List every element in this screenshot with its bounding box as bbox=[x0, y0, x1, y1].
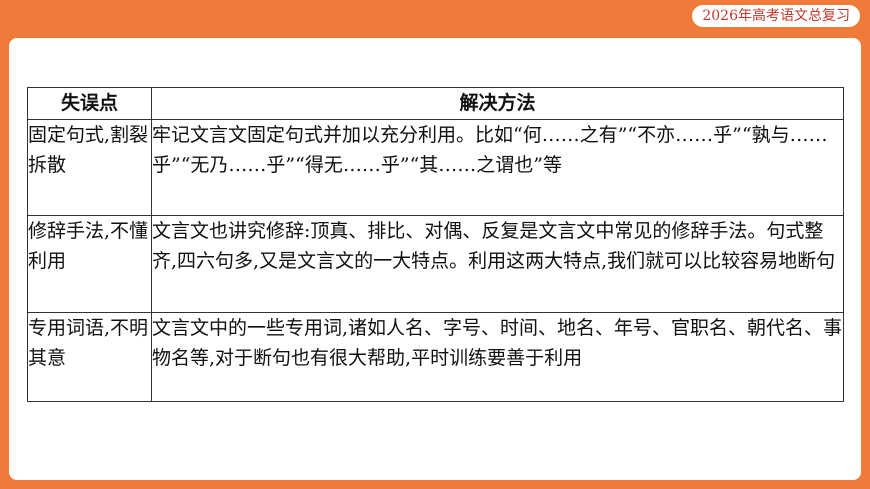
solution-cell: 文言文也讲究修辞:顶真、排比、对偶、反复是文言文中常见的修辞手法。句式整齐,四六… bbox=[151, 215, 844, 313]
solution-cell: 文言文中的一些专用词,诸如人名、字号、时间、地名、年号、官职名、朝代名、事物名等… bbox=[151, 312, 844, 402]
table-header-row: 失误点 解决方法 bbox=[27, 87, 844, 120]
error-point-cell: 专用词语,不明其意 bbox=[27, 312, 152, 402]
table-row: 固定句式,割裂拆散 牢记文言文固定句式并加以充分利用。比如“何……之有”“不亦…… bbox=[27, 119, 844, 216]
table-row: 修辞手法,不懂利用 文言文也讲究修辞:顶真、排比、对偶、反复是文言文中常见的修辞… bbox=[27, 215, 844, 313]
error-point-cell: 修辞手法,不懂利用 bbox=[27, 215, 152, 313]
header-error-point: 失误点 bbox=[27, 87, 152, 120]
course-title-badge: 2026年高考语文总复习 bbox=[692, 5, 860, 27]
header-solution: 解决方法 bbox=[151, 87, 844, 120]
error-solution-table: 失误点 解决方法 固定句式,割裂拆散 牢记文言文固定句式并加以充分利用。比如“何… bbox=[27, 87, 844, 402]
table-row: 专用词语,不明其意 文言文中的一些专用词,诸如人名、字号、时间、地名、年号、官职… bbox=[27, 312, 844, 402]
solution-cell: 牢记文言文固定句式并加以充分利用。比如“何……之有”“不亦……乎”“孰与……乎”… bbox=[151, 119, 844, 216]
slide-frame: 2026年高考语文总复习 失误点 解决方法 固定句式,割裂拆散 牢记文言文固定句… bbox=[0, 0, 870, 489]
error-point-cell: 固定句式,割裂拆散 bbox=[27, 119, 152, 216]
